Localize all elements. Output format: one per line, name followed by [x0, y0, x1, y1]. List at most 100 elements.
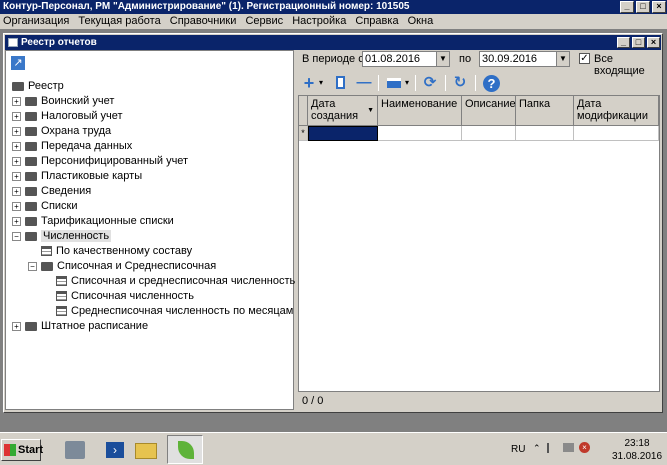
tree-item-label: Списочная и среднесписочная численность: [71, 275, 296, 287]
tree-item[interactable]: + Воинский учет: [12, 94, 114, 109]
server-icon: [65, 441, 85, 459]
column-folder[interactable]: Папка: [516, 96, 574, 126]
all-incoming-checkbox[interactable]: ✓: [579, 53, 590, 64]
flag-icon[interactable]: [547, 443, 557, 453]
menu-settings[interactable]: Настройка: [289, 14, 349, 29]
taskbar-server-manager[interactable]: [56, 435, 92, 464]
minimize-app-button[interactable]: _: [620, 1, 634, 13]
tree-item[interactable]: + Налоговый учет: [12, 109, 123, 124]
print-icon[interactable]: [386, 74, 402, 92]
collapse-node-icon[interactable]: −: [28, 261, 37, 271]
taskbar: Start › RU ⌃ × 23:18 31.08.2016: [0, 432, 667, 465]
chevron-down-icon[interactable]: ▼: [436, 52, 449, 66]
tree-item[interactable]: + Передача данных: [12, 139, 132, 154]
tree-item[interactable]: Среднесписочная численность по месяцам: [43, 304, 293, 319]
expand-node-icon[interactable]: +: [12, 186, 21, 196]
minus-icon[interactable]: —: [356, 74, 372, 92]
expand-node-icon[interactable]: +: [12, 126, 21, 136]
window-icon: [8, 38, 18, 47]
menu-references[interactable]: Справочники: [167, 14, 240, 29]
restore-app-button[interactable]: □: [636, 1, 650, 13]
menu-windows[interactable]: Окна: [405, 14, 437, 29]
start-button[interactable]: Start: [1, 439, 43, 461]
tree-item[interactable]: − Списочная и Среднесписочная: [28, 259, 216, 274]
menu-help[interactable]: Справка: [352, 14, 401, 29]
tree-item-label: Списки: [41, 200, 78, 212]
expand-node-icon[interactable]: +: [12, 321, 21, 331]
date-to-field[interactable]: 30.09.2016 ▼: [479, 51, 570, 67]
taskbar-kontur-personal[interactable]: [167, 435, 203, 464]
column-modified-date[interactable]: Дата модификации: [574, 96, 659, 126]
column-created-date[interactable]: Дата создания ▼: [308, 96, 378, 126]
tree-item[interactable]: + Списки: [12, 199, 78, 214]
close-window-button[interactable]: ×: [647, 37, 660, 48]
minimize-window-button[interactable]: _: [617, 37, 630, 48]
tree-item-label: Воинский учет: [41, 95, 115, 107]
tree-item[interactable]: По качественному составу: [28, 244, 192, 259]
new-row-cell-folder[interactable]: [516, 126, 574, 141]
chevron-down-icon[interactable]: ▾: [403, 74, 411, 92]
volume-muted-icon[interactable]: ×: [579, 442, 590, 453]
folder-icon: [25, 111, 37, 121]
leaf-icon: [178, 441, 194, 459]
help-icon[interactable]: ?: [483, 75, 500, 92]
menu-bar: Организация Текущая работа Справочники С…: [0, 14, 667, 29]
toolbar: + ▾ — ▾ ⟳ ↻ ?: [298, 72, 660, 94]
new-row-marker: *: [299, 126, 308, 141]
menu-service[interactable]: Сервис: [242, 14, 286, 29]
folder-icon: [25, 321, 37, 331]
tree-item[interactable]: + Пластиковые карты: [12, 169, 142, 184]
folder-icon: [25, 186, 37, 196]
copy-icon[interactable]: [333, 74, 347, 92]
clock-date[interactable]: 31.08.2016: [607, 451, 667, 462]
maximize-window-button[interactable]: □: [632, 37, 645, 48]
tree-item[interactable]: + Охрана труда: [12, 124, 111, 139]
column-name[interactable]: Наименование: [378, 96, 462, 126]
expand-icon[interactable]: ↗: [11, 56, 25, 70]
list-pane: В периоде с 01.08.2016 ▼ по 30.09.2016 ▼…: [298, 50, 660, 410]
refresh-alt-icon[interactable]: ↻: [452, 74, 468, 92]
clock-time[interactable]: 23:18: [607, 438, 667, 449]
period-filter: В периоде с 01.08.2016 ▼ по 30.09.2016 ▼…: [298, 50, 660, 77]
menu-current-work[interactable]: Текущая работа: [75, 14, 163, 29]
tree-item[interactable]: Списочная и среднесписочная численность: [43, 274, 295, 289]
expand-node-icon[interactable]: +: [12, 111, 21, 121]
tree-item[interactable]: + Персонифицированный учет: [12, 154, 188, 169]
plus-icon[interactable]: +: [302, 74, 316, 92]
tree-root[interactable]: Реестр: [12, 79, 64, 94]
expand-node-icon[interactable]: +: [12, 171, 21, 181]
tree-item[interactable]: Списочная численность: [43, 289, 194, 304]
collapse-node-icon[interactable]: −: [12, 231, 21, 241]
child-title: Реестр отчетов: [21, 37, 97, 48]
expand-node-icon[interactable]: +: [12, 141, 21, 151]
tree-item[interactable]: + Штатное расписание: [12, 319, 148, 334]
taskbar-explorer[interactable]: [127, 435, 163, 464]
network-icon[interactable]: [563, 443, 574, 452]
powershell-icon: ›: [106, 442, 124, 458]
date-from-field[interactable]: 01.08.2016 ▼: [362, 51, 450, 67]
folder-icon: [25, 201, 37, 211]
expand-node-icon[interactable]: +: [12, 156, 21, 166]
tree-item[interactable]: + Сведения: [12, 184, 91, 199]
column-description[interactable]: Описание: [462, 96, 516, 126]
expand-node-icon[interactable]: +: [12, 96, 21, 106]
expand-node-icon[interactable]: +: [12, 216, 21, 226]
app-title: Контур-Персонал, РМ "Администрирование" …: [3, 1, 410, 12]
language-indicator[interactable]: RU: [511, 444, 525, 455]
new-row-cell-modified[interactable]: [574, 126, 659, 141]
refresh-icon[interactable]: ⟳: [422, 74, 438, 92]
tree-item[interactable]: − Численность: [12, 229, 112, 244]
menu-organization[interactable]: Организация: [0, 14, 72, 29]
report-icon: [56, 306, 67, 317]
chevron-down-icon[interactable]: ▼: [556, 52, 569, 66]
new-row-cell-created[interactable]: [308, 126, 378, 141]
chevron-down-icon[interactable]: ▾: [317, 74, 325, 92]
tree-item[interactable]: + Тарификационные списки: [12, 214, 174, 229]
report-icon: [56, 276, 67, 287]
windows-logo-icon: [4, 444, 16, 456]
expand-node-icon[interactable]: +: [12, 201, 21, 211]
chevron-up-icon[interactable]: ⌃: [533, 443, 541, 454]
new-row-cell-name[interactable]: [378, 126, 462, 141]
new-row-cell-description[interactable]: [462, 126, 516, 141]
close-app-button[interactable]: ×: [652, 1, 666, 13]
